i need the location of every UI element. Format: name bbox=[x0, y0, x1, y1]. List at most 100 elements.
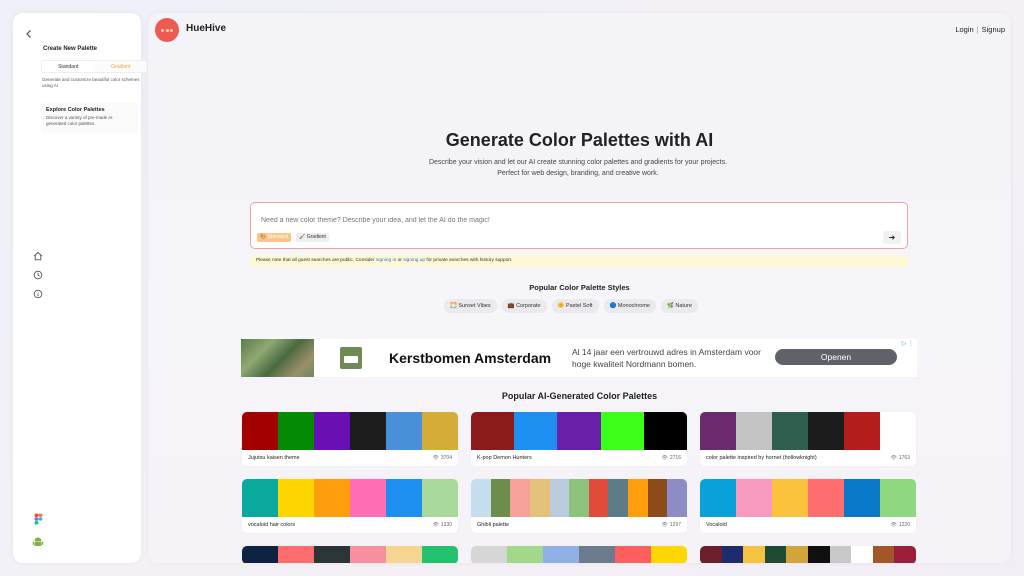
color-swatch[interactable] bbox=[643, 412, 687, 450]
style-chip-nature[interactable]: 🌿 Nature bbox=[661, 299, 698, 313]
color-swatch[interactable] bbox=[588, 479, 609, 517]
color-swatch[interactable] bbox=[700, 412, 736, 450]
ad-choices-icon[interactable]: ▷ ⋮ bbox=[902, 340, 914, 347]
color-swatch[interactable] bbox=[851, 546, 873, 563]
color-swatch[interactable] bbox=[647, 479, 668, 517]
style-chip-sunset[interactable]: 🌅 Sunset Vibes bbox=[444, 299, 497, 313]
color-swatch[interactable] bbox=[278, 546, 314, 563]
color-swatch[interactable] bbox=[510, 479, 530, 517]
color-swatch[interactable] bbox=[743, 546, 765, 563]
color-swatch[interactable] bbox=[807, 546, 830, 563]
color-swatch[interactable] bbox=[772, 412, 808, 450]
color-swatch[interactable] bbox=[700, 479, 736, 517]
palette-card[interactable]: vocaloid hair colors 👁 1330 bbox=[242, 479, 458, 533]
color-swatch[interactable] bbox=[549, 479, 570, 517]
color-swatch[interactable] bbox=[667, 479, 687, 517]
tab-gradient[interactable]: Gradient bbox=[94, 61, 147, 72]
color-swatch[interactable] bbox=[422, 546, 458, 563]
back-arrow-icon[interactable] bbox=[22, 28, 36, 42]
color-swatch[interactable] bbox=[490, 479, 511, 517]
color-swatch[interactable] bbox=[880, 412, 916, 450]
color-swatch[interactable] bbox=[314, 479, 350, 517]
color-swatch[interactable] bbox=[872, 546, 895, 563]
palette-card[interactable]: Jujutsu kaisen theme 👁 3704 bbox=[242, 412, 458, 466]
color-swatch[interactable] bbox=[242, 479, 278, 517]
color-swatch[interactable] bbox=[471, 479, 491, 517]
color-swatch[interactable] bbox=[350, 546, 386, 563]
standard-chip[interactable]: 🎨 Standard bbox=[257, 233, 291, 242]
ad-title[interactable]: Kerstbomen Amsterdam bbox=[389, 350, 551, 366]
color-swatch[interactable] bbox=[529, 479, 550, 517]
signup-notice-link[interactable]: signing up bbox=[403, 258, 425, 263]
color-swatch[interactable] bbox=[386, 412, 422, 450]
palette-card[interactable]: Ghibli palette 👁 1297 bbox=[471, 479, 687, 533]
color-swatch[interactable] bbox=[764, 546, 787, 563]
signup-link[interactable]: Signup bbox=[982, 25, 1005, 34]
color-swatch[interactable] bbox=[242, 412, 278, 450]
gradient-chip[interactable]: 🖌 Gradient bbox=[296, 233, 329, 242]
send-arrow-button[interactable]: ➜ bbox=[883, 231, 901, 244]
palette-card[interactable]: color palette inspired by hornet (hollow… bbox=[700, 412, 916, 466]
color-swatch[interactable] bbox=[242, 546, 278, 563]
color-swatch[interactable] bbox=[514, 412, 558, 450]
brand-name[interactable]: HueHive bbox=[186, 23, 226, 34]
home-icon[interactable] bbox=[32, 250, 44, 262]
signin-link[interactable]: signing in bbox=[376, 258, 396, 263]
history-icon[interactable] bbox=[32, 269, 44, 281]
color-swatch[interactable] bbox=[350, 412, 386, 450]
color-swatch[interactable] bbox=[386, 479, 422, 517]
color-swatch[interactable] bbox=[615, 546, 651, 563]
color-swatch[interactable] bbox=[651, 546, 687, 563]
color-swatch[interactable] bbox=[772, 479, 808, 517]
color-swatch[interactable] bbox=[721, 546, 744, 563]
explore-palettes-panel[interactable]: Explore Color Palettes Discover a variet… bbox=[41, 103, 138, 133]
color-swatch[interactable] bbox=[507, 546, 543, 563]
login-link[interactable]: Login bbox=[955, 25, 973, 34]
color-swatch[interactable] bbox=[600, 412, 644, 450]
color-swatch[interactable] bbox=[894, 546, 916, 563]
color-swatch[interactable] bbox=[278, 479, 314, 517]
info-icon[interactable] bbox=[32, 288, 44, 300]
palette-card[interactable] bbox=[471, 546, 687, 563]
color-swatch[interactable] bbox=[569, 479, 589, 517]
palette-card[interactable]: Vocaloid 👁 1220 bbox=[700, 479, 916, 533]
color-swatch[interactable] bbox=[786, 546, 808, 563]
color-swatch[interactable] bbox=[314, 412, 350, 450]
color-swatch[interactable] bbox=[422, 412, 458, 450]
palette-card[interactable] bbox=[242, 546, 458, 563]
figma-icon[interactable] bbox=[32, 513, 44, 525]
color-swatch[interactable] bbox=[736, 479, 772, 517]
color-swatch[interactable] bbox=[628, 479, 648, 517]
palette-card[interactable]: K-pop Demon Hunters 👁 2716 bbox=[471, 412, 687, 466]
android-icon[interactable] bbox=[32, 536, 44, 548]
color-swatch[interactable] bbox=[278, 412, 314, 450]
color-swatch[interactable] bbox=[880, 479, 916, 517]
style-chip-monochrome[interactable]: 🔵 Monochrome bbox=[603, 299, 656, 313]
color-swatch[interactable] bbox=[808, 479, 844, 517]
color-swatch[interactable] bbox=[829, 546, 852, 563]
color-swatch[interactable] bbox=[386, 546, 422, 563]
huehive-logo-icon[interactable] bbox=[155, 18, 179, 42]
color-swatch[interactable] bbox=[314, 546, 350, 563]
color-swatch[interactable] bbox=[471, 546, 507, 563]
color-swatch[interactable] bbox=[700, 546, 722, 563]
color-swatch[interactable] bbox=[844, 412, 880, 450]
style-chip-pastel[interactable]: 🌼 Pastel Soft bbox=[551, 299, 599, 313]
color-swatch[interactable] bbox=[350, 479, 386, 517]
palette-card[interactable] bbox=[700, 546, 916, 563]
tab-standard[interactable]: Standard bbox=[42, 61, 95, 72]
ad-banner[interactable]: Kerstbomen Amsterdam Al 14 jaar een vert… bbox=[241, 339, 917, 377]
color-swatch[interactable] bbox=[844, 479, 880, 517]
color-swatch[interactable] bbox=[736, 412, 772, 450]
color-swatch[interactable] bbox=[543, 546, 579, 563]
ad-open-button[interactable]: Openen bbox=[775, 349, 897, 365]
color-swatch[interactable] bbox=[608, 479, 629, 517]
explore-palettes-description: Discover a variety of pre-made AI genera… bbox=[46, 115, 113, 126]
color-swatch[interactable] bbox=[471, 412, 515, 450]
color-swatch[interactable] bbox=[579, 546, 615, 563]
color-swatch[interactable] bbox=[808, 412, 844, 450]
style-chip-corporate[interactable]: 💼 Corporate bbox=[501, 299, 547, 313]
prompt-input[interactable] bbox=[261, 217, 861, 224]
color-swatch[interactable] bbox=[422, 479, 458, 517]
color-swatch[interactable] bbox=[557, 412, 601, 450]
